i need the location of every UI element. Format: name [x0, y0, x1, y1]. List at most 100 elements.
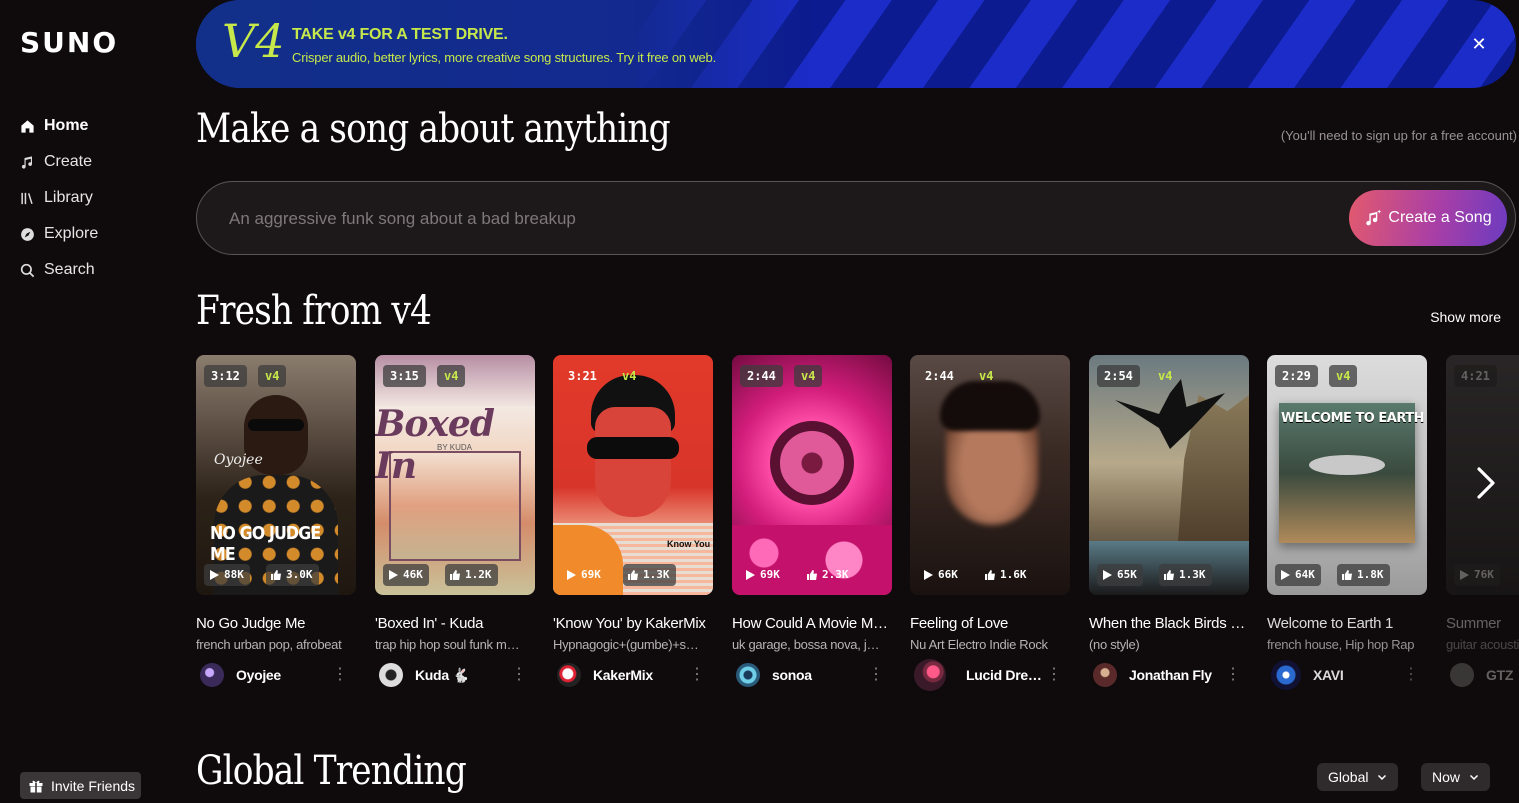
play-count[interactable]: 46K	[383, 564, 429, 586]
artist-row[interactable]: Lucid Dreamer ⋮	[910, 659, 1070, 691]
song-title[interactable]: Feeling of Love	[910, 615, 1070, 632]
sidebar-nav: Home Create Library Explore Search	[20, 108, 98, 288]
more-options-icon[interactable]: ⋮	[868, 662, 884, 688]
song-card[interactable]: 2:44 v4 66K 1.6K Feeling of Love Nu Art …	[910, 355, 1070, 691]
play-count[interactable]: 88K	[204, 564, 250, 586]
artist-row[interactable]: Oyojee ⋮	[196, 662, 356, 688]
artist-name[interactable]: XAVI	[1313, 667, 1408, 683]
avatar[interactable]	[200, 663, 224, 687]
region-select-value: Global	[1328, 769, 1369, 785]
play-count[interactable]: 69K	[561, 564, 607, 586]
signup-note: (You'll need to sign up for a free accou…	[1280, 128, 1517, 143]
song-card[interactable]: 2:54 v4 65K 1.3K When the Black Birds Si…	[1089, 355, 1249, 688]
sidebar-item-create[interactable]: Create	[20, 144, 98, 180]
avatar[interactable]	[557, 663, 581, 687]
song-cover[interactable]: Know You 3:21 v4 69K 1.3K	[553, 355, 713, 595]
play-icon	[567, 570, 576, 580]
song-title[interactable]: When the Black Birds Sing	[1089, 615, 1249, 632]
play-count[interactable]: 69K	[740, 564, 786, 586]
page-title: Make a song about anything	[196, 106, 671, 152]
song-title[interactable]: Summer	[1446, 615, 1519, 632]
artist-row[interactable]: Kuda 🐇 ⋮	[375, 662, 535, 688]
sidebar-item-home[interactable]: Home	[20, 108, 98, 144]
more-options-icon[interactable]: ⋮	[332, 662, 348, 688]
promo-banner[interactable]: V4 TAKE v4 FOR A TEST DRIVE. Crisper aud…	[196, 0, 1516, 88]
create-song-button[interactable]: Create a Song	[1349, 190, 1507, 246]
period-select[interactable]: Now	[1421, 763, 1491, 791]
like-count[interactable]: 1.3K	[1159, 564, 1212, 586]
song-prompt-input[interactable]	[229, 206, 1229, 232]
like-count[interactable]: 2.3K	[802, 564, 855, 586]
song-cover[interactable]: 2:44 v4 66K 1.6K	[910, 355, 1070, 595]
close-icon[interactable]: ✕	[1470, 35, 1488, 53]
song-cover[interactable]: 2:54 v4 65K 1.3K	[1089, 355, 1249, 595]
artist-row[interactable]: sonoa ⋮	[732, 662, 892, 688]
artist-name[interactable]: Kuda 🐇	[415, 667, 510, 684]
play-count[interactable]: 66K	[918, 564, 964, 586]
avatar[interactable]	[379, 663, 403, 687]
artist-name[interactable]: sonoa	[772, 667, 867, 683]
artist-name[interactable]: Oyojee	[236, 667, 331, 683]
trending-section-title: Global Trending	[196, 748, 467, 794]
region-select[interactable]: Global	[1317, 763, 1399, 791]
more-options-icon[interactable]: ⋮	[1046, 662, 1062, 688]
show-more-link[interactable]: Show more	[1430, 309, 1501, 325]
avatar[interactable]	[1450, 663, 1474, 687]
play-count[interactable]: 64K	[1275, 564, 1321, 586]
artist-row[interactable]: KakerMix ⋮	[553, 662, 713, 688]
chevron-right-icon[interactable]	[1474, 466, 1498, 500]
more-options-icon[interactable]: ⋮	[689, 662, 705, 688]
play-icon	[210, 570, 219, 580]
artist-name[interactable]: KakerMix	[593, 667, 688, 683]
artist-name[interactable]: Lucid Dreamer	[966, 667, 1044, 683]
artist-row[interactable]: Jonathan Fly ⋮	[1089, 662, 1249, 688]
song-cover[interactable]: Oyojee NO GO JUDGE ME 3:12 v4 88K 3.0K	[196, 355, 356, 595]
avatar[interactable]	[1093, 663, 1117, 687]
play-count[interactable]: 76K	[1454, 564, 1500, 586]
song-card[interactable]: 4:21 76K Summer guitar acoustic GTZ	[1446, 355, 1519, 688]
song-cover[interactable]: WELCOME TO EARTH 2:29 v4 64K 1.8K	[1267, 355, 1427, 595]
avatar[interactable]	[1271, 660, 1301, 690]
song-genre: Hypnagogic+(gumbe)+synthwave	[553, 637, 703, 652]
play-icon	[1103, 570, 1112, 580]
song-card[interactable]: Oyojee NO GO JUDGE ME 3:12 v4 88K 3.0K N…	[196, 355, 356, 688]
fresh-cards-carousel: Oyojee NO GO JUDGE ME 3:12 v4 88K 3.0K N…	[196, 355, 1519, 695]
song-title[interactable]: 'Know You' by KakerMix	[553, 615, 713, 632]
like-count[interactable]: 1.3K	[623, 564, 676, 586]
avatar[interactable]	[914, 659, 946, 691]
sidebar-item-search[interactable]: Search	[20, 252, 98, 288]
sidebar-item-explore[interactable]: Explore	[20, 216, 98, 252]
song-card[interactable]: 2:44 v4 69K 2.3K How Could A Movie Make …	[732, 355, 892, 688]
song-card[interactable]: Know You 3:21 v4 69K 1.3K 'Know You' by …	[553, 355, 713, 688]
suno-logo[interactable]: SUNO	[20, 26, 118, 59]
song-title[interactable]: 'Boxed In' - Kuda	[375, 615, 535, 632]
song-cover[interactable]: 2:44 v4 69K 2.3K	[732, 355, 892, 595]
play-count[interactable]: 65K	[1097, 564, 1143, 586]
invite-friends-label: Invite Friends	[51, 777, 136, 794]
avatar[interactable]	[736, 663, 760, 687]
more-options-icon[interactable]: ⋮	[1225, 662, 1241, 688]
library-icon	[20, 191, 44, 206]
like-count[interactable]: 1.8K	[1337, 564, 1390, 586]
more-options-icon[interactable]: ⋮	[511, 662, 527, 688]
like-count[interactable]: 1.2K	[445, 564, 498, 586]
artist-row[interactable]: XAVI ⋮	[1267, 660, 1427, 690]
sidebar-item-library[interactable]: Library	[20, 180, 98, 216]
song-card[interactable]: WELCOME TO EARTH 2:29 v4 64K 1.8K Welcom…	[1267, 355, 1427, 690]
song-title[interactable]: No Go Judge Me	[196, 615, 356, 632]
cover-text: Know You	[667, 539, 711, 549]
like-count[interactable]: 1.6K	[980, 564, 1033, 586]
invite-friends-button[interactable]: Invite Friends	[20, 772, 141, 799]
song-cover[interactable]: Boxed In BY KUDA 3:15 v4 46K 1.2K	[375, 355, 535, 595]
thumbs-up-icon	[985, 570, 995, 580]
artist-row[interactable]: GTZ	[1446, 662, 1519, 688]
home-icon	[20, 119, 44, 134]
artist-name[interactable]: Jonathan Fly	[1129, 667, 1224, 683]
more-options-icon[interactable]: ⋮	[1403, 662, 1419, 688]
play-icon	[924, 570, 933, 580]
song-title[interactable]: How Could A Movie Make Me Cry	[732, 615, 892, 632]
artist-name[interactable]: GTZ	[1486, 667, 1519, 683]
like-count[interactable]: 3.0K	[266, 564, 319, 586]
song-title[interactable]: Welcome to Earth 1	[1267, 615, 1427, 632]
song-card[interactable]: Boxed In BY KUDA 3:15 v4 46K 1.2K 'Boxed…	[375, 355, 535, 688]
